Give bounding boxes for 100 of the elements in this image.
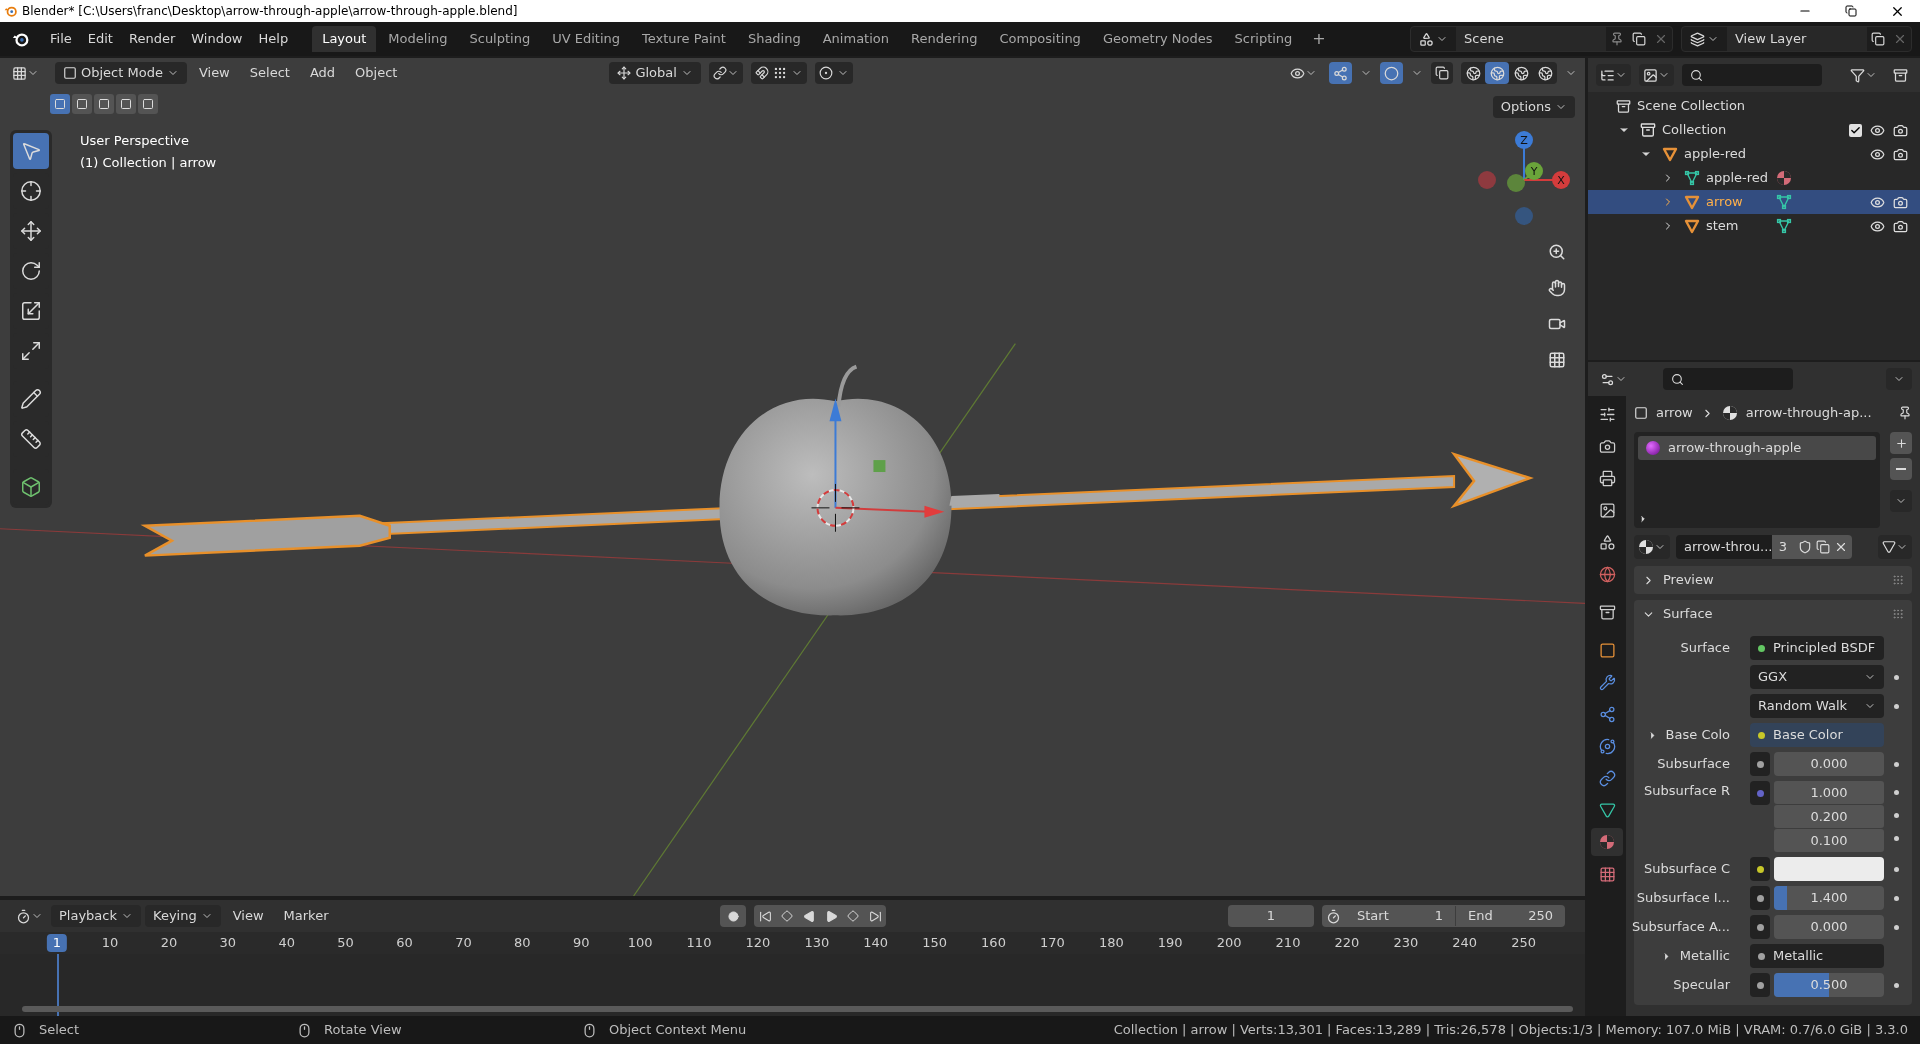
socket-link-field[interactable]: Principled BSDF xyxy=(1750,636,1884,660)
frame-number: 70 xyxy=(454,934,473,952)
orientation-dropdown[interactable]: Global xyxy=(609,62,701,84)
workspace-tab[interactable]: Modeling xyxy=(378,26,458,52)
frame-number: 80 xyxy=(513,934,532,952)
menu-item[interactable]: View xyxy=(224,905,272,927)
material-name-field[interactable]: arrow-throu... xyxy=(1676,535,1772,559)
mode-dropdown[interactable]: Object Mode xyxy=(55,62,187,84)
workspace-tab[interactable]: UV Editing xyxy=(542,26,630,52)
number-field[interactable]: 1.000 xyxy=(1774,781,1884,804)
outliner-label: apple-red xyxy=(1684,145,1744,164)
workspace-tab[interactable]: Compositing xyxy=(989,26,1091,52)
frame-number: 20 xyxy=(159,934,179,952)
frame-number: 250 xyxy=(1510,934,1537,952)
scene-name: Scene xyxy=(1456,27,1606,51)
value-slider[interactable]: 0.500 xyxy=(1774,973,1884,997)
property-label: Subsurface xyxy=(1657,755,1730,774)
start-frame-field[interactable]: Start 1 xyxy=(1345,906,1455,926)
frame-number[interactable]: 1 xyxy=(46,934,68,952)
outliner-row[interactable]: Collection xyxy=(1588,118,1920,142)
workspace-tab[interactable]: Shading xyxy=(737,26,811,52)
breadcrumb-item: arrow xyxy=(1656,404,1693,423)
workspace-tab[interactable]: Layout xyxy=(312,26,377,52)
view-layer-selector[interactable]: View Layer xyxy=(1681,26,1912,52)
scene-selector[interactable]: Scene xyxy=(1410,26,1673,52)
menu-item[interactable]: View xyxy=(190,62,238,84)
dropdown[interactable]: GGX xyxy=(1750,665,1884,689)
menu-item[interactable]: Edit xyxy=(79,26,121,52)
add-workspace-button[interactable]: + xyxy=(1304,26,1334,52)
frame-number: 230 xyxy=(1392,934,1420,952)
frame-number: 10 xyxy=(100,934,120,952)
navigation-gizmo-drawing: Z Y X xyxy=(1470,128,1580,228)
workspace-tab[interactable]: Sculpting xyxy=(459,26,541,52)
dropdown[interactable]: Random Walk xyxy=(1750,694,1884,718)
menu-item[interactable]: Window xyxy=(183,26,251,52)
frame-number: 100 xyxy=(626,934,654,952)
breadcrumb-item: arrow-through-ap... xyxy=(1745,404,1872,423)
property-label: Subsurface C xyxy=(1644,860,1730,879)
property-label: Surface xyxy=(1680,639,1730,658)
status-hint: Object Context Menu xyxy=(609,1021,747,1040)
window-title: Blender* [C:\Users\franc\Desktop\arrow-through-apple\arrow-through-apple.blend] xyxy=(22,3,518,20)
end-frame-field[interactable]: End 250 xyxy=(1455,906,1565,926)
menu-item[interactable]: Keying xyxy=(145,905,221,927)
frame-number: 140 xyxy=(862,934,890,952)
material-slot[interactable]: arrow-through-apple xyxy=(1638,436,1876,460)
workspace-tab[interactable]: Texture Paint xyxy=(632,26,736,52)
value-slider[interactable]: 1.400 xyxy=(1774,886,1884,910)
frame-number: 50 xyxy=(336,934,355,952)
outliner-row[interactable]: apple-red xyxy=(1588,142,1920,166)
current-frame-field[interactable]: 1 xyxy=(1228,905,1314,927)
options-button[interactable]: Options xyxy=(1492,96,1575,118)
frame-number: 150 xyxy=(921,934,948,952)
socket-link-field[interactable]: Metallic xyxy=(1750,944,1884,968)
frame-number: 120 xyxy=(744,934,772,952)
workspace-tab[interactable]: Geometry Nodes xyxy=(1092,26,1223,52)
number-field[interactable]: 0.100 xyxy=(1774,829,1884,852)
scene-statistics: Collection | arrow | Verts:13,301 | Faces:13,289 | Tris:26,578 | Objects:1/3 | Memory: 107.0 MiB | VRAM: 0.7/6.0 GiB | 3.3.0 xyxy=(1113,1021,1908,1040)
property-label: Subsurface I... xyxy=(1636,889,1730,908)
property-label: Subsurface R xyxy=(1644,782,1730,800)
frame-number: 220 xyxy=(1333,934,1361,952)
menu-item[interactable]: Marker xyxy=(275,905,337,927)
menu-item[interactable]: Object xyxy=(347,62,406,84)
outliner-row[interactable]: stem xyxy=(1588,214,1920,238)
outliner-row[interactable]: arrow xyxy=(1588,190,1920,214)
frame-number: 30 xyxy=(218,934,238,952)
frame-number: 180 xyxy=(1097,934,1125,952)
frame-number: 130 xyxy=(803,934,831,952)
frame-number: 190 xyxy=(1156,934,1184,952)
menu-item[interactable]: File xyxy=(42,26,80,52)
menu-item[interactable]: Playback xyxy=(51,905,141,927)
viewport-info-text: (1) Collection | arrow xyxy=(80,154,217,172)
menu-item[interactable]: Add xyxy=(301,62,344,84)
user-count: 3 xyxy=(1772,535,1794,559)
number-field[interactable]: 0.200 xyxy=(1774,805,1884,828)
panel-header[interactable]: Surface xyxy=(1634,600,1912,628)
status-hint: Select xyxy=(39,1021,80,1040)
property-label: Base Colo xyxy=(1665,726,1730,745)
menu-item[interactable]: Select xyxy=(241,62,298,84)
workspace-tab[interactable]: Rendering xyxy=(901,26,988,52)
property-label: Subsurface A... xyxy=(1632,918,1730,937)
socket-link-field[interactable]: Base Color xyxy=(1750,723,1884,747)
frame-number: 210 xyxy=(1274,934,1302,952)
outliner-label: apple-red xyxy=(1706,169,1766,188)
frame-number: 200 xyxy=(1215,934,1243,952)
frame-number: 110 xyxy=(685,934,713,952)
frame-number: 40 xyxy=(277,934,296,952)
outliner-label: Scene Collection xyxy=(1637,97,1746,116)
frame-number: 170 xyxy=(1039,934,1066,952)
outliner-label: arrow xyxy=(1706,193,1744,212)
outliner-label: stem xyxy=(1706,217,1740,236)
view-layer-name: View Layer xyxy=(1727,27,1867,51)
outliner-row[interactable]: apple-red xyxy=(1588,166,1920,190)
frame-number: 90 xyxy=(571,934,591,952)
menu-item[interactable]: Render xyxy=(120,26,184,52)
workspace-tab[interactable]: Animation xyxy=(812,26,899,52)
frame-number: 240 xyxy=(1451,934,1479,952)
menu-item[interactable]: Help xyxy=(250,26,297,52)
viewport-info-text: User Perspective xyxy=(80,132,191,150)
panel-header[interactable]: Preview xyxy=(1634,566,1912,594)
workspace-tab[interactable]: Scripting xyxy=(1224,26,1303,52)
